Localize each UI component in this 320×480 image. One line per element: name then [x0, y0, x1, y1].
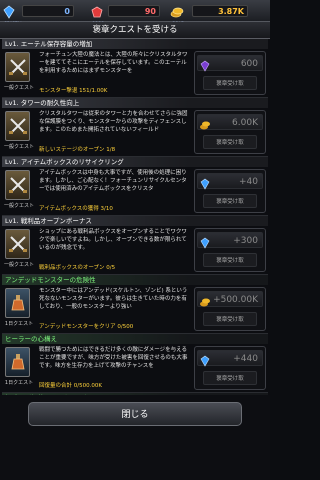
- quest-list[interactable]: Lv1. エーテル保存容量の増加一般クエスト フォーチュン大陸の魔法とは、大陸の所…: [2, 39, 268, 395]
- orbs-resource: ORBS 90: [90, 3, 164, 26]
- blue-crystal-icon: [199, 352, 211, 367]
- receive-reward-button[interactable]: 褒章受け取: [203, 253, 257, 267]
- quest-type: 一般クエスト: [3, 144, 34, 150]
- gold-value: 3.87K: [192, 4, 248, 17]
- quest-row[interactable]: ヒーラーの心構え 1日クエスト 戦闘で勝つためにはできるだけ多くの敵にダメージを与え…: [2, 334, 268, 393]
- potion-icon: [5, 288, 30, 318]
- quest-progress: 戦利品ボックスのオープン 0/5: [39, 265, 116, 271]
- quest-type: 一般クエスト: [3, 262, 34, 268]
- gold-coins-icon: [199, 293, 211, 307]
- quest-type: 1日クエスト: [4, 321, 34, 327]
- quest-progress: アンデッドモンスターをクリア 0/500: [39, 324, 134, 330]
- quest-row[interactable]: Lv1. タワーの耐久性向上一般クエスト クリスタルタワーは従来のタワーと力を合わ…: [2, 98, 268, 157]
- reward-box: 600 褒章受け取: [194, 51, 266, 95]
- page-title: 褒章クエストを受ける: [0, 22, 270, 39]
- blue-crystal-icon: [199, 175, 211, 190]
- crystal-value: 0: [22, 4, 74, 17]
- quest-progress: 新しいステージのオープン 1/8: [39, 147, 116, 153]
- blue-crystal-icon: [2, 4, 16, 19]
- reward-box: +300 褒章受け取: [194, 228, 266, 272]
- crossed-swords-icon: [5, 229, 30, 259]
- quest-row[interactable]: アンデッドモンスターの危険性 1日クエスト モンスター中にはアンデッド(スケルトン、…: [2, 275, 268, 334]
- quest-row[interactable]: Lv1. 戦利品オープンボーナス一般クエスト ショップにある戦利品ボックスをオープ…: [2, 216, 268, 275]
- reward-box: 6.00K 褒章受け取: [194, 110, 266, 154]
- quest-description: フォーチュン大陸の魔法とは、大陸の所々にクリスタルタワーを建ててそこにエーテルを…: [39, 52, 188, 74]
- resource-bar: CRYSTAL 0 ORBS 90 GOLD 3.87K: [0, 0, 270, 26]
- quest-description: クリスタルタワーは従来のタワーと力を合わせてさらに強固な保護膜をつくり、モンスタ…: [39, 111, 188, 133]
- quest-progress: 回復量の合計 0/500.00K: [39, 383, 102, 389]
- reward-box: +440 褒章受け取: [194, 346, 266, 390]
- orbs-value: 90: [108, 4, 160, 17]
- quest-row[interactable]: Lv1. エーテル保存容量の増加一般クエスト フォーチュン大陸の魔法とは、大陸の所…: [2, 39, 268, 98]
- blue-crystal-icon: [199, 234, 211, 249]
- quest-description: 戦闘で勝つためにはできるだけ多くの敵にダメージを与えることが重要ですが、味方が受…: [39, 347, 188, 369]
- quest-description: アイテムボックスは中身も大事ですが、使用後の処理に困ります。しかし、ご心配なく！…: [39, 170, 187, 192]
- crossed-swords-icon: [5, 52, 30, 82]
- purple-crystal-icon: [199, 57, 211, 72]
- reward-box: +500.00K 褒章受け取: [194, 287, 266, 331]
- receive-reward-button[interactable]: 褒章受け取: [203, 76, 257, 90]
- quest-title: Lv1. 戦利品オープンボーナス: [2, 216, 268, 226]
- quest-row[interactable]: Lv1. アイテムボックスのリサイクリング一般クエスト アイテムボックスは中身も大…: [2, 157, 268, 216]
- quest-title: Lv1. エーテル保存容量の増加: [2, 39, 268, 49]
- quest-type: 1日クエスト: [4, 380, 34, 386]
- quest-title: Lv1. タワーの耐久性向上: [2, 98, 268, 108]
- quest-description: ショップにある戦利品ボックスをオープンすることでワクワクで楽しいですよね。しかし…: [39, 229, 187, 251]
- red-orb-icon: [90, 4, 104, 18]
- gold-coins-icon: [170, 4, 184, 18]
- receive-reward-button[interactable]: 褒章受け取: [203, 371, 257, 385]
- gold-resource: GOLD 3.87K: [170, 3, 252, 26]
- receive-reward-button[interactable]: 褒章受け取: [203, 194, 257, 208]
- crystal-resource: CRYSTAL 0: [2, 3, 78, 26]
- crossed-swords-icon: [5, 111, 30, 141]
- reward-box: +40 褒章受け取: [194, 169, 266, 213]
- quest-type: 一般クエスト: [3, 85, 34, 91]
- quest-progress: モンスター撃退 151/1.00K: [39, 88, 108, 94]
- potion-icon: [5, 347, 30, 377]
- crossed-swords-icon: [5, 170, 30, 200]
- quest-description: モンスター中にはアンデッド(スケルトン、ゾンビ) 系という死なないモンスターがい…: [39, 288, 188, 310]
- receive-reward-button[interactable]: 褒章受け取: [203, 312, 257, 326]
- close-button[interactable]: 閉じる: [28, 402, 242, 426]
- quest-title: ヒーラーの心構え: [2, 334, 268, 344]
- receive-reward-button[interactable]: 褒章受け取: [203, 135, 257, 149]
- gold-coins-icon: [199, 116, 211, 130]
- quest-progress: アイテムボックスの獲得 3/10: [39, 206, 113, 212]
- quest-title: Lv1. アイテムボックスのリサイクリング: [2, 157, 268, 167]
- quest-type: 一般クエスト: [3, 203, 34, 209]
- quest-title: アンデッドモンスターの危険性: [2, 275, 268, 285]
